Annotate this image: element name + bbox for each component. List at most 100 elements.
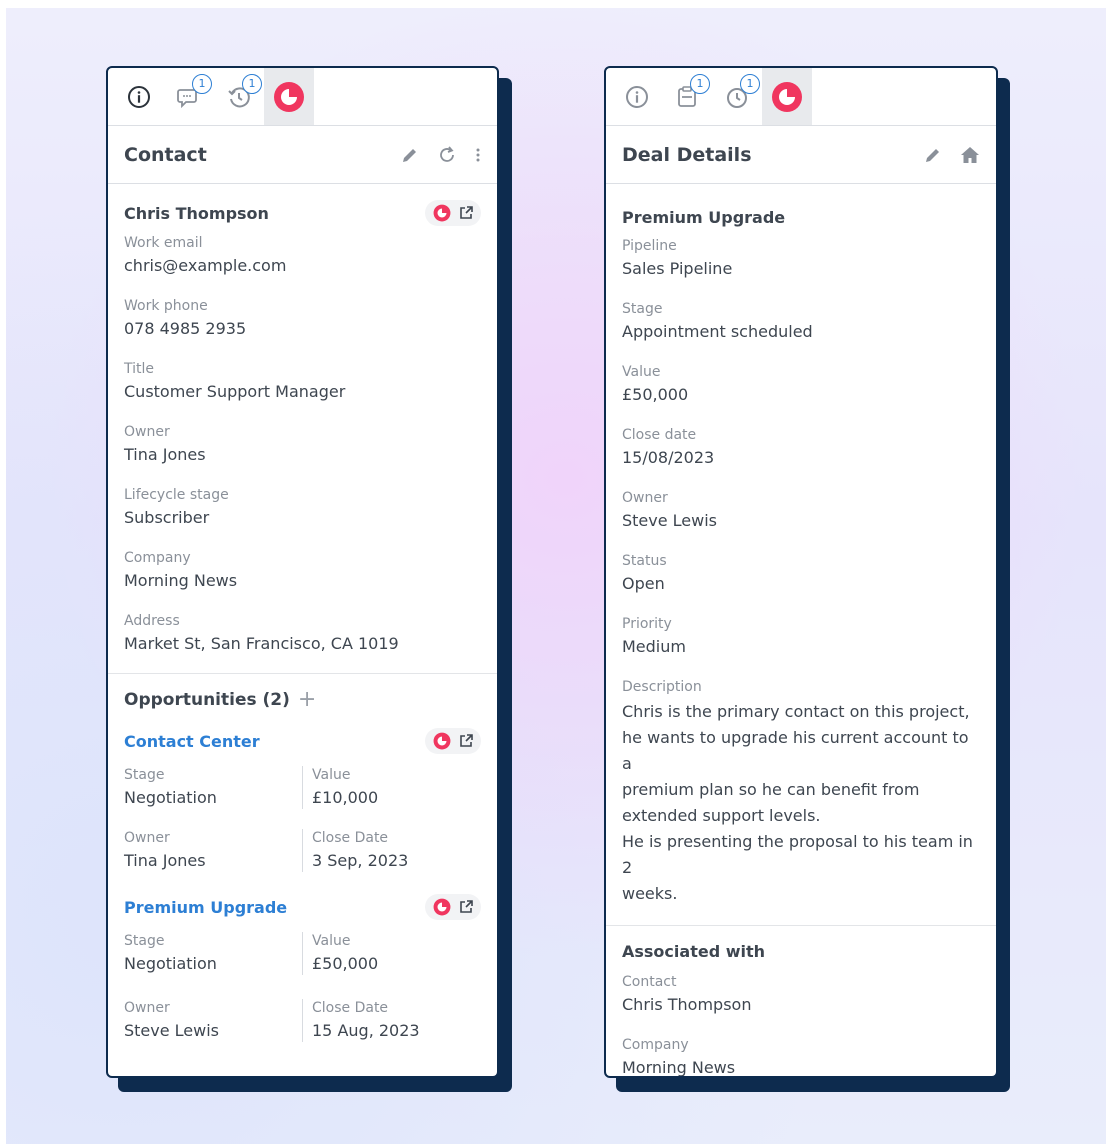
field-value: Subscriber xyxy=(124,508,210,527)
contact-header: Contact xyxy=(108,126,497,184)
tab-history[interactable]: 1 xyxy=(214,68,264,125)
field-value: chris@example.com xyxy=(124,256,287,275)
field-label: Close Date xyxy=(312,1000,389,1016)
field-label: Value xyxy=(622,364,661,380)
contact-links xyxy=(425,200,481,226)
field-value: Tina Jones xyxy=(124,851,206,870)
contact-name: Chris Thompson xyxy=(124,203,269,223)
field-value: 15 Aug, 2023 xyxy=(312,1021,420,1040)
opportunity-links xyxy=(425,728,481,754)
section-divider xyxy=(108,673,497,674)
field-label: Lifecycle stage xyxy=(124,487,229,503)
page-title: Contact xyxy=(124,143,207,166)
external-link-icon[interactable] xyxy=(459,206,473,220)
description-text: Chris is the primary contact on this pro… xyxy=(622,702,973,903)
field-label: Address xyxy=(124,613,180,629)
field-value: 3 Sep, 2023 xyxy=(312,851,409,870)
field-label: Stage xyxy=(622,301,663,317)
refresh-icon xyxy=(440,145,454,162)
field-label: Owner xyxy=(124,1000,170,1016)
opportunity-owner-close: Owner Tina Jones Close Date 3 Sep, 2023 xyxy=(124,829,481,872)
field-label: Owner xyxy=(622,490,668,506)
brand-logo-icon xyxy=(772,81,802,112)
field-label: Close date xyxy=(622,427,697,443)
field-value: Sales Pipeline xyxy=(622,259,733,278)
opportunity-links xyxy=(425,894,481,920)
field-label: Pipeline xyxy=(622,238,677,254)
deal-details: Premium Upgrade Pipeline Sales Pipeline … xyxy=(606,208,996,907)
field-label: Close Date xyxy=(312,830,389,846)
field-value: Medium xyxy=(622,637,686,656)
field-label: Owner xyxy=(124,424,170,440)
field-label: Value xyxy=(312,933,351,949)
field-lifecycle-stage: Lifecycle stage Subscriber xyxy=(124,486,481,529)
field-address: Address Market St, San Francisco, CA 101… xyxy=(124,612,481,655)
field-label: Stage xyxy=(124,767,165,783)
deal-name: Premium Upgrade xyxy=(622,208,786,227)
field-value: 078 4985 2935 xyxy=(124,319,247,338)
field-owner: Owner Steve Lewis xyxy=(622,489,980,532)
field-company: Company Morning News xyxy=(622,1036,980,1077)
deal-header: Deal Details xyxy=(606,126,996,184)
field-value: 15/08/2023 xyxy=(622,448,715,467)
tab-brand-app[interactable] xyxy=(762,68,812,125)
field-owner: Owner Tina Jones xyxy=(124,423,481,466)
field-contact: Contact Chris Thompson xyxy=(622,973,980,1016)
field-value: Morning News xyxy=(124,571,238,590)
tab-badge: 1 xyxy=(740,74,760,94)
field-value: £50,000 xyxy=(312,954,379,973)
tab-tasks[interactable]: 1 xyxy=(662,68,712,125)
opportunity-header: Contact Center xyxy=(124,728,481,754)
pencil-icon xyxy=(926,148,939,162)
field-label: Owner xyxy=(124,830,170,846)
brand-logo-icon[interactable] xyxy=(433,898,451,916)
opportunities-header: Opportunities (2) + xyxy=(124,689,481,711)
more-vertical-icon xyxy=(476,148,480,161)
field-value: Steve Lewis xyxy=(124,1021,220,1040)
field-value: £50,000 xyxy=(622,385,689,404)
deal-tab-bar: 1 1 xyxy=(606,68,996,126)
opportunities-section: Opportunities (2) + Contact Center Stage… xyxy=(108,689,497,1042)
associated-section: Associated with Contact Chris Thompson C… xyxy=(606,942,996,1077)
add-opportunity-button[interactable]: + xyxy=(298,689,316,711)
field-label: Work phone xyxy=(124,298,208,314)
field-value: Steve Lewis xyxy=(622,511,718,530)
field-label: Title xyxy=(124,361,155,377)
field-label: Company xyxy=(124,550,191,566)
field-value: Chris Thompson xyxy=(622,995,752,1014)
opportunity-link[interactable]: Premium Upgrade xyxy=(124,898,287,917)
brand-logo-icon[interactable] xyxy=(433,204,451,222)
field-label: Work email xyxy=(124,235,203,251)
external-link-icon[interactable] xyxy=(459,734,473,748)
field-value: Appointment scheduled xyxy=(622,322,813,341)
opportunity-header: Premium Upgrade xyxy=(124,894,481,920)
tab-info[interactable] xyxy=(612,68,662,125)
field-value: Morning News xyxy=(622,1058,736,1077)
contact-panel: 1 1 Contact Chris Thompson Work email ch… xyxy=(106,66,499,1078)
contact-details: Chris Thompson Work email chris@example.… xyxy=(108,200,497,655)
opportunities-title: Opportunities (2) xyxy=(124,690,290,710)
tab-conversations[interactable]: 1 xyxy=(164,68,214,125)
refresh-button[interactable] xyxy=(437,145,457,165)
home-button[interactable] xyxy=(960,146,980,164)
edit-button[interactable] xyxy=(401,146,419,164)
deal-panel: 1 1 Deal Details Premium Upgrade Pipelin… xyxy=(604,66,998,1078)
tab-activity[interactable]: 1 xyxy=(712,68,762,125)
opportunity-link[interactable]: Contact Center xyxy=(124,732,260,751)
external-link-icon[interactable] xyxy=(459,900,473,914)
field-status: Status Open xyxy=(622,552,980,595)
tab-badge: 1 xyxy=(690,74,710,94)
tab-badge: 1 xyxy=(242,74,262,94)
tab-info[interactable] xyxy=(114,68,164,125)
associated-title: Associated with xyxy=(622,942,766,961)
field-work-email: Work email chris@example.com xyxy=(124,234,481,277)
field-value: Customer Support Manager xyxy=(124,382,346,401)
section-divider xyxy=(606,925,996,926)
field-title: Title Customer Support Manager xyxy=(124,360,481,403)
tab-brand-app[interactable] xyxy=(264,68,314,125)
field-value: £10,000 xyxy=(312,788,379,807)
opportunity-owner-close: Owner Steve Lewis Close Date 15 Aug, 202… xyxy=(124,999,481,1042)
edit-button[interactable] xyxy=(924,146,942,164)
more-button[interactable] xyxy=(475,146,481,164)
brand-logo-icon[interactable] xyxy=(433,732,451,750)
